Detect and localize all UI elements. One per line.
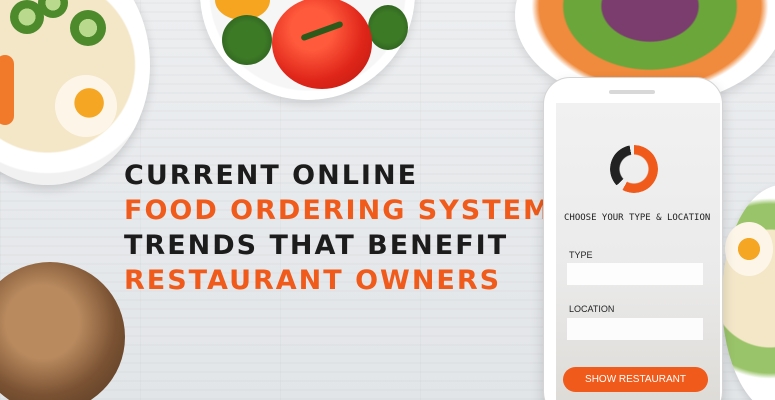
tomato-image: [272, 0, 372, 89]
location-input[interactable]: [567, 318, 703, 340]
headline-line-1: CURRENT ONLINE: [124, 160, 419, 191]
headline-line-2: FOOD ORDERING SYSTEM: [124, 195, 552, 226]
bread-image: [0, 262, 125, 400]
headline: CURRENT ONLINE FOOD ORDERING SYSTEM TREN…: [124, 158, 552, 298]
leek-slice-image: [70, 10, 106, 46]
location-label: LOCATION: [569, 304, 615, 314]
type-label: TYPE: [569, 250, 593, 260]
headline-line-3: TRENDS THAT BENEFIT: [124, 230, 509, 261]
phone-speaker: [609, 90, 655, 94]
form-heading: CHOOSE YOUR TYPE & LOCATION: [564, 213, 711, 223]
broccoli-image: [222, 15, 272, 65]
egg-image: [725, 222, 773, 276]
ramen-bowl-image: [722, 185, 775, 400]
show-restaurant-button[interactable]: SHOW RESTAURANT: [563, 367, 708, 392]
egg-image: [55, 75, 117, 137]
type-input[interactable]: [567, 263, 703, 285]
broccoli-image: [368, 5, 408, 50]
banner: CURRENT ONLINE FOOD ORDERING SYSTEM TREN…: [0, 0, 775, 400]
carrot-image: [0, 55, 14, 125]
headline-line-4: RESTAURANT OWNERS: [124, 265, 502, 296]
logo-ring-icon: [610, 145, 658, 193]
